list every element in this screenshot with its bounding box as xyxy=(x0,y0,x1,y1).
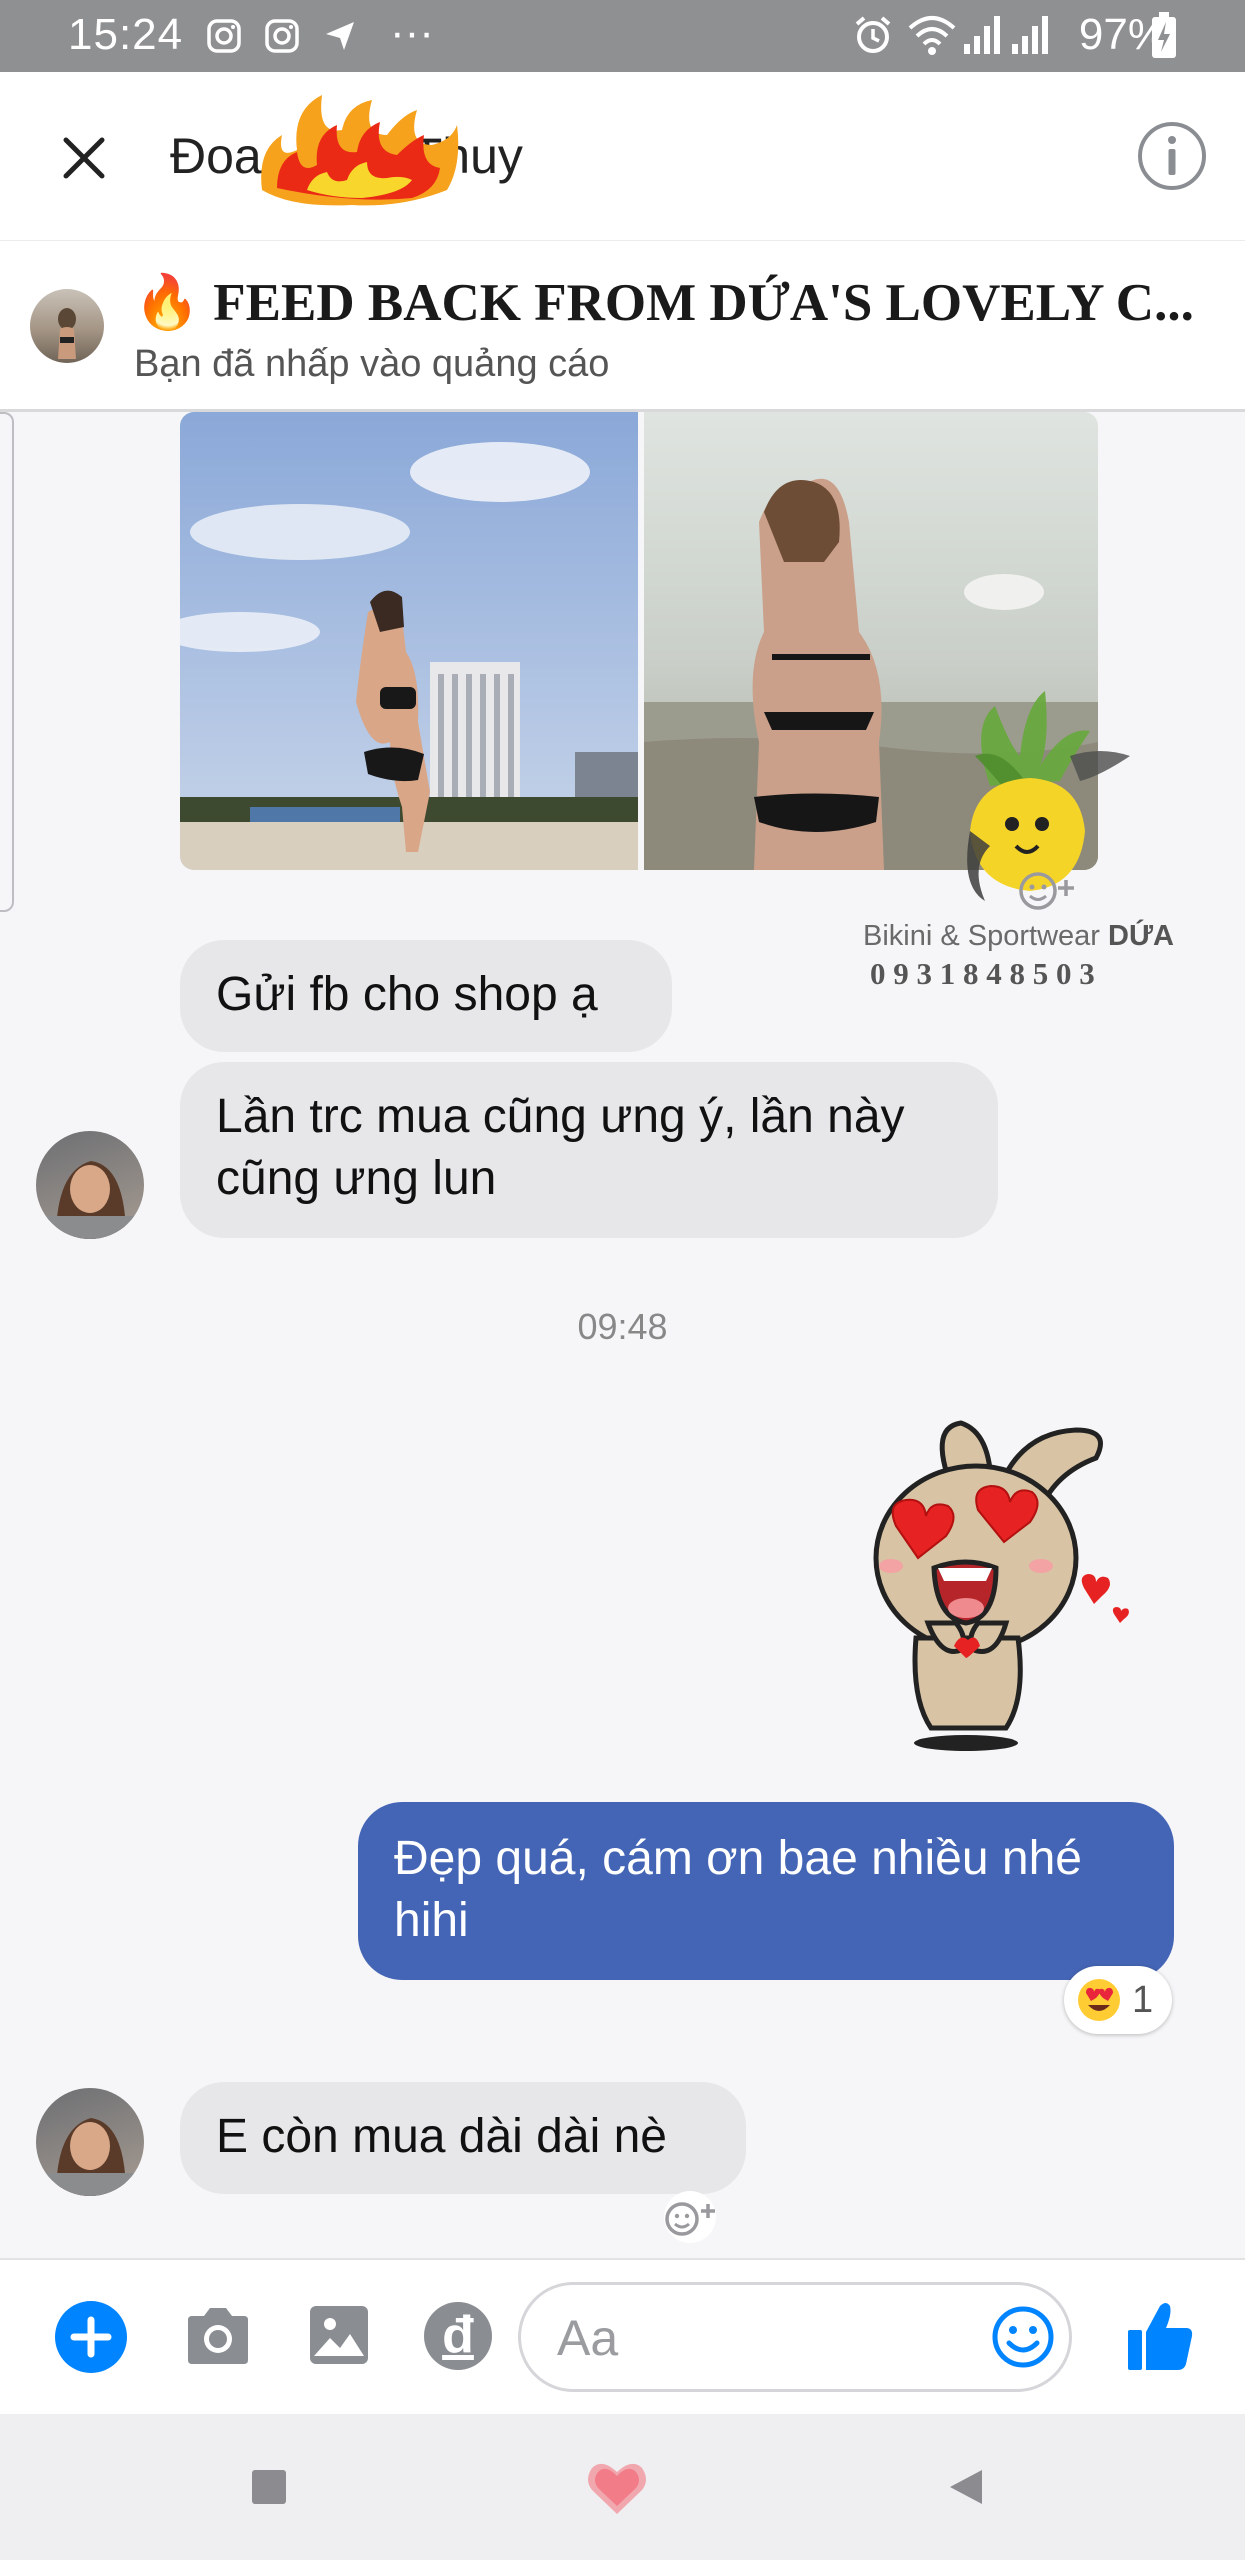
message-text-line: hihi xyxy=(394,1894,469,1947)
instagram-icon xyxy=(265,19,299,53)
message-text: Gửi fb cho shop ạ xyxy=(216,968,598,1021)
message-text-line: cũng ưng lun xyxy=(216,1152,497,1205)
camera-icon[interactable] xyxy=(184,2306,252,2366)
battery-icon xyxy=(1152,12,1176,58)
contact-name-start: Đoa xyxy=(170,128,262,184)
dog-sticker-heart-eyes[interactable] xyxy=(856,1418,1146,1758)
photo-icon[interactable] xyxy=(308,2304,370,2366)
ad-avatar xyxy=(30,289,104,363)
message-text: E còn mua dài dài nè xyxy=(216,2110,667,2163)
brand-prefix: Bikini & Sportwear xyxy=(863,920,1108,952)
add-emoji-icon[interactable] xyxy=(1014,866,1084,916)
message-incoming[interactable]: Lần trc mua cũng ưng ý, lần này cũng ưng… xyxy=(180,1062,998,1238)
previous-item-edge xyxy=(0,412,14,912)
smiley-icon[interactable] xyxy=(991,2305,1055,2369)
sender-avatar[interactable] xyxy=(36,2088,144,2196)
overflow-dots: ··· xyxy=(390,8,434,57)
fire-sticker-overlay xyxy=(261,95,459,206)
heart-eyes-emoji-icon xyxy=(1078,1979,1120,2021)
like-icon[interactable] xyxy=(1126,2300,1194,2372)
payment-icon[interactable]: đ xyxy=(424,2302,492,2370)
message-timestamp: 09:48 xyxy=(577,1306,668,1347)
message-text-line: Lần trc mua cũng ưng ý, lần này xyxy=(216,1090,905,1143)
wifi-icon xyxy=(908,16,956,55)
plus-icon[interactable] xyxy=(54,2300,128,2374)
signal-icon xyxy=(1012,16,1048,54)
info-icon[interactable] xyxy=(1136,120,1208,192)
message-incoming[interactable]: E còn mua dài dài nè xyxy=(180,2082,746,2194)
ad-subtitle: Bạn đã nhấp vào quảng cáo xyxy=(134,343,610,385)
status-time: 15:24 xyxy=(68,10,184,59)
ad-title: 🔥 FEED BACK FROM DỨA'S LOVELY C... xyxy=(134,274,1194,332)
conversation-header: Đoa Thuy xyxy=(0,72,1245,240)
close-icon[interactable] xyxy=(60,134,108,182)
location-icon xyxy=(326,22,354,50)
shared-photo-beach-city[interactable] xyxy=(180,412,638,870)
message-incoming[interactable]: Gửi fb cho shop ạ xyxy=(180,940,672,1052)
back-icon[interactable] xyxy=(944,2466,986,2508)
message-input-placeholder: Aa xyxy=(557,2310,619,2366)
brand-label: Bikini & Sportwear DỨA xyxy=(863,920,1174,953)
sender-avatar[interactable] xyxy=(36,1131,144,1239)
brand-phone: 0 9 3 1 8 4 8 5 0 3 xyxy=(870,956,1095,991)
system-navigation-bar xyxy=(0,2414,1245,2560)
brand-name: DỨA xyxy=(1108,920,1174,952)
message-text-line: Đẹp quá, cám ơn bae nhiều nhé xyxy=(394,1832,1082,1885)
ad-banner[interactable]: 🔥 FEED BACK FROM DỨA'S LOVELY C... Bạn đ… xyxy=(0,240,1245,412)
recent-apps-icon[interactable] xyxy=(250,2468,288,2506)
home-icon[interactable] xyxy=(586,2458,648,2516)
reaction-count: 1 xyxy=(1132,1979,1154,2021)
signal-icon xyxy=(964,16,1000,54)
instagram-icon xyxy=(207,19,241,53)
message-composer: đ Aa xyxy=(0,2258,1245,2416)
message-outgoing[interactable]: Đẹp quá, cám ơn bae nhiều nhé hihi xyxy=(358,1802,1174,1980)
alarm-icon xyxy=(855,16,891,53)
add-emoji-icon[interactable] xyxy=(650,2190,730,2244)
message-input[interactable]: Aa xyxy=(518,2282,1072,2392)
status-bar: 15:24 ··· 97% xyxy=(0,0,1245,72)
reaction-badge[interactable]: 1 xyxy=(1064,1966,1172,2034)
